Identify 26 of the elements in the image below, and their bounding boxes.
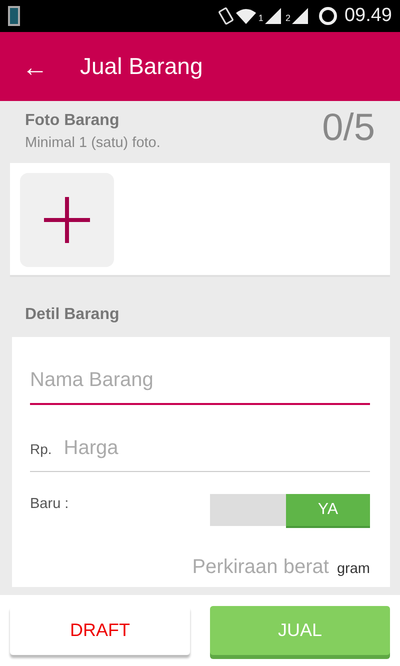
name-field[interactable]: Nama Barang [30, 358, 370, 405]
section-title: Foto Barang [25, 111, 120, 131]
add-photo-button[interactable] [20, 172, 114, 267]
battery-ring-icon [318, 6, 338, 26]
clock: 09.49 [344, 4, 392, 28]
back-button[interactable]: ← [22, 54, 48, 80]
wifi-icon [235, 8, 258, 24]
draft-button[interactable]: DRAFT [10, 606, 190, 655]
sim-label: 1 [258, 12, 264, 26]
currency-label: Rp. [30, 440, 52, 459]
screenshot-icon [8, 6, 20, 26]
weight-field[interactable]: Perkiraan berat [192, 552, 329, 582]
toggle-switch[interactable]: YA [210, 494, 370, 526]
screen-title: Jual Barang [80, 52, 203, 82]
section-hint: Minimal 1 (satu) foto. [25, 134, 160, 153]
price-field[interactable]: Harga [64, 432, 370, 463]
vibrate-icon [217, 7, 236, 25]
signal-icon [292, 8, 308, 24]
unit-label: gram [336, 560, 370, 579]
signal-icon [265, 8, 282, 24]
field-label: Baru : [30, 494, 69, 514]
sell-button[interactable]: JUAL [210, 606, 390, 655]
section-title: Detil Barang [25, 306, 120, 323]
sim-label: 2 [285, 12, 290, 26]
plus-icon [44, 196, 90, 243]
photo-count: 0/5 [322, 109, 375, 151]
